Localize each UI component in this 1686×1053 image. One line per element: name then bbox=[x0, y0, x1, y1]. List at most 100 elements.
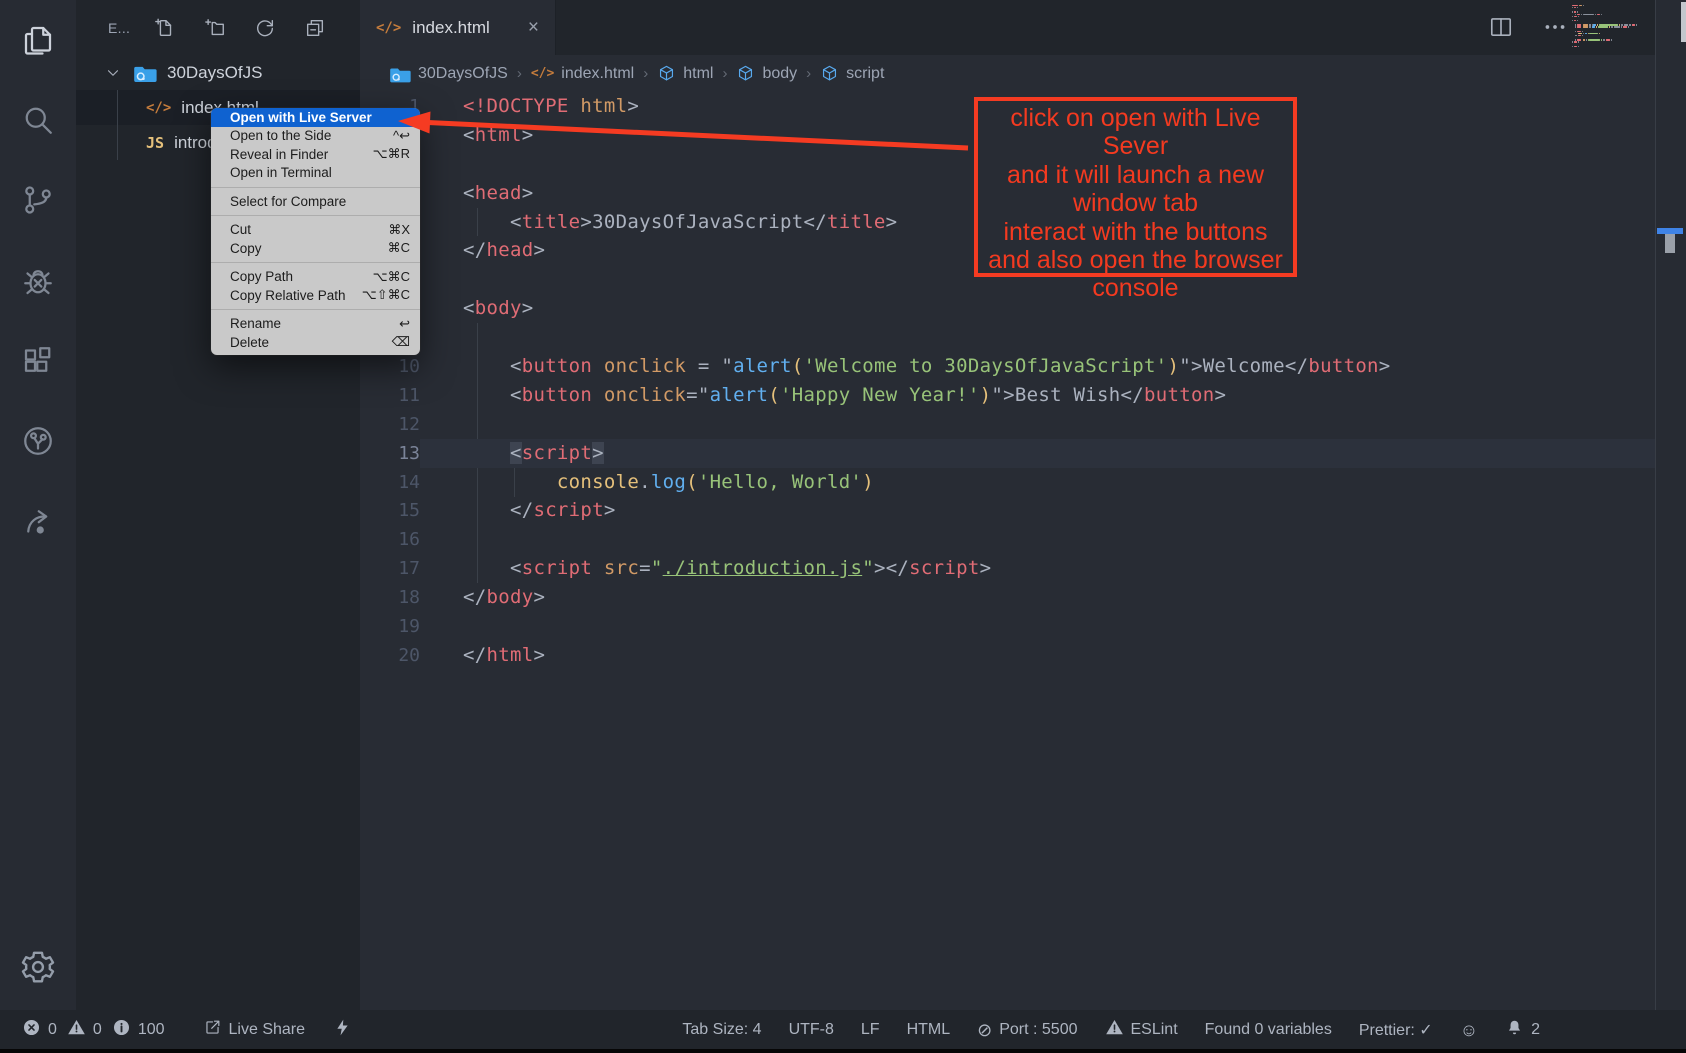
breadcrumb-item-body[interactable]: body bbox=[736, 64, 797, 83]
code-line-14[interactable]: 14 console.log('Hello, World') bbox=[360, 468, 1655, 497]
debug-icon[interactable] bbox=[20, 263, 56, 299]
scrollbar-sliver bbox=[1681, 2, 1686, 42]
new-file-icon[interactable] bbox=[154, 17, 176, 39]
status-label: Found 0 variables bbox=[1205, 1021, 1332, 1039]
code-line-text: <script src="./introduction.js"></script… bbox=[420, 554, 1655, 583]
menu-item-shortcut: ⌥⇧⌘C bbox=[362, 287, 410, 303]
tree-root-folder[interactable]: 30DaysOfJS bbox=[76, 55, 360, 90]
breadcrumb-separator: › bbox=[517, 65, 522, 82]
status-language-mode[interactable]: HTML bbox=[907, 1021, 951, 1039]
breadcrumb-item-script[interactable]: script bbox=[820, 64, 884, 83]
status-label: 2 bbox=[1531, 1021, 1540, 1039]
breadcrumb-label: body bbox=[762, 65, 797, 83]
status-label: Port : 5500 bbox=[999, 1021, 1077, 1039]
breadcrumb-item-html[interactable]: html bbox=[657, 64, 713, 83]
menu-item-reveal-in-finder[interactable]: Reveal in Finder⌥⌘R bbox=[211, 145, 420, 164]
status-prettier-status[interactable]: Prettier: ✓ bbox=[1359, 1020, 1433, 1040]
menu-item-copy-path[interactable]: Copy Path⌥⌘C bbox=[211, 268, 420, 287]
code-line-18[interactable]: 18</body> bbox=[360, 583, 1655, 612]
more-actions-icon[interactable] bbox=[1542, 14, 1568, 40]
menu-item-open-with-live-server[interactable]: Open with Live Server bbox=[211, 108, 420, 127]
code-line-19[interactable]: 19 bbox=[360, 612, 1655, 641]
html-file-icon: </> bbox=[146, 100, 171, 116]
status-feedback-smiley[interactable]: ☺ bbox=[1460, 1021, 1478, 1039]
breadcrumb-item-30DaysOfJS[interactable]: 30DaysOfJS bbox=[390, 65, 508, 83]
status-encoding[interactable]: UTF-8 bbox=[789, 1021, 834, 1039]
code-line-17[interactable]: 17 <script src="./introduction.js"></scr… bbox=[360, 554, 1655, 583]
menu-item-label: Cut bbox=[230, 222, 251, 237]
remote-branch-icon[interactable] bbox=[20, 423, 56, 459]
status-eol[interactable]: LF bbox=[861, 1021, 880, 1039]
menu-item-label: Rename bbox=[230, 316, 281, 331]
extensions-icon[interactable] bbox=[20, 343, 56, 379]
code-line-text bbox=[420, 525, 1655, 554]
source-control-icon[interactable] bbox=[20, 182, 56, 218]
status-live-server-port[interactable]: ⊘Port : 5500 bbox=[977, 1021, 1077, 1039]
symbol-cube-icon bbox=[736, 64, 755, 83]
annotation-text-line: and also open the browser bbox=[978, 246, 1293, 274]
breadcrumb-label: 30DaysOfJS bbox=[418, 65, 508, 83]
menu-item-select-for-compare[interactable]: Select for Compare bbox=[211, 192, 420, 211]
status-tab-size[interactable]: Tab Size: 4 bbox=[682, 1021, 761, 1039]
breadcrumb-separator: › bbox=[722, 65, 727, 82]
status-warnings-count[interactable]: 0 bbox=[67, 1018, 102, 1042]
status-label: ESLint bbox=[1131, 1021, 1178, 1039]
menu-item-copy-relative-path[interactable]: Copy Relative Path⌥⇧⌘C bbox=[211, 286, 420, 305]
warning-badge-icon bbox=[67, 1018, 86, 1042]
menu-item-rename[interactable]: Rename ↩ bbox=[211, 315, 420, 334]
menu-item-copy[interactable]: Copy⌘C bbox=[211, 239, 420, 258]
annotation-text-line: and it will launch a new bbox=[978, 161, 1293, 189]
refresh-explorer-icon[interactable] bbox=[254, 17, 276, 39]
line-number: 20 bbox=[360, 645, 420, 666]
status-live-server-bolt[interactable] bbox=[333, 1018, 352, 1042]
breadcrumb-label: index.html bbox=[561, 65, 634, 83]
line-number: 18 bbox=[360, 587, 420, 608]
menu-item-shortcut: ↩ bbox=[399, 316, 410, 332]
code-line-text: </html> bbox=[420, 641, 1655, 670]
scrollbar-thumb[interactable] bbox=[1665, 234, 1675, 253]
status-info-count[interactable]: 100 bbox=[112, 1018, 165, 1042]
new-folder-icon[interactable] bbox=[204, 17, 226, 39]
menu-item-label: Reveal in Finder bbox=[230, 147, 328, 162]
menu-item-delete[interactable]: Delete⌫ bbox=[211, 333, 420, 352]
breadcrumb-item-index.html[interactable]: </>index.html bbox=[531, 65, 634, 83]
status-notifications[interactable]: 2 bbox=[1505, 1018, 1540, 1042]
status-live-share[interactable]: Live Share bbox=[203, 1018, 306, 1042]
line-number: 10 bbox=[360, 356, 420, 377]
minimap[interactable] bbox=[1572, 5, 1662, 48]
code-line-16[interactable]: 16 bbox=[360, 525, 1655, 554]
menu-separator bbox=[211, 187, 420, 188]
tab-index-html[interactable]: </> index.html × bbox=[360, 0, 556, 55]
code-line-11[interactable]: 11 <button onclick="alert('Happy New Yea… bbox=[360, 381, 1655, 410]
code-line-9[interactable]: 9 bbox=[360, 323, 1655, 352]
search-icon[interactable] bbox=[20, 102, 56, 138]
menu-separator bbox=[211, 309, 420, 310]
explorer-icon[interactable] bbox=[20, 22, 56, 58]
split-editor-icon[interactable] bbox=[1488, 14, 1514, 40]
menu-item-open-to-the-side[interactable]: Open to the Side^↩ bbox=[211, 127, 420, 146]
code-line-text: </body> bbox=[420, 583, 1655, 612]
overview-ruler[interactable] bbox=[1655, 0, 1686, 1010]
code-line-12[interactable]: 12 bbox=[360, 410, 1655, 439]
collapse-folders-icon[interactable] bbox=[304, 17, 326, 39]
menu-separator bbox=[211, 215, 420, 216]
code-line-13[interactable]: 13 <script> bbox=[360, 439, 1655, 468]
menu-item-shortcut: ⌥⌘C bbox=[373, 269, 410, 285]
code-line-10[interactable]: 10 <button onclick = "alert('Welcome to … bbox=[360, 352, 1655, 381]
status-errors-count[interactable]: 0 bbox=[22, 1018, 57, 1042]
live-share-icon[interactable] bbox=[20, 503, 56, 539]
menu-item-open-in-terminal[interactable]: Open in Terminal bbox=[211, 164, 420, 183]
menu-item-label: Open with Live Server bbox=[230, 110, 372, 125]
code-line-15[interactable]: 15 </script> bbox=[360, 496, 1655, 525]
tab-label: index.html bbox=[412, 18, 489, 38]
breadcrumb-separator: › bbox=[806, 65, 811, 82]
code-line-20[interactable]: 20</html> bbox=[360, 641, 1655, 670]
settings-gear-icon[interactable] bbox=[19, 948, 57, 986]
status-variables-found[interactable]: Found 0 variables bbox=[1205, 1021, 1332, 1039]
line-number: 17 bbox=[360, 558, 420, 579]
menu-item-label: Delete bbox=[230, 335, 269, 350]
menu-item-shortcut: ⌘C bbox=[388, 240, 410, 256]
status-eslint-status[interactable]: ESLint bbox=[1105, 1018, 1178, 1042]
close-tab-icon[interactable]: × bbox=[528, 17, 539, 39]
menu-item-cut[interactable]: Cut⌘X bbox=[211, 221, 420, 240]
